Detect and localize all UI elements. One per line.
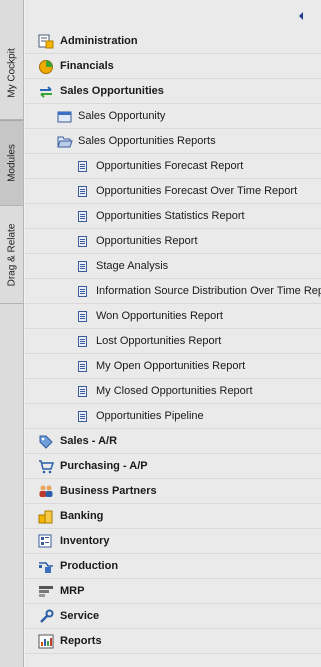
- reports-icon: [38, 634, 54, 649]
- module-reports[interactable]: Reports: [25, 629, 321, 654]
- inventory-icon: [38, 534, 52, 548]
- module-label: Business Partners: [60, 485, 157, 497]
- report-icon: [78, 286, 87, 297]
- purchasing-ap-icon: [39, 460, 54, 474]
- report-icon: [78, 211, 87, 222]
- tab-modules-label: Modules: [6, 144, 17, 182]
- module-sales-opportunities[interactable]: Sales Opportunities: [25, 79, 321, 104]
- module-inventory[interactable]: Inventory: [25, 529, 321, 554]
- business-partners-icon: [39, 485, 53, 497]
- module-administration[interactable]: Administration: [25, 29, 321, 54]
- report-item[interactable]: Information Source Distribution Over Tim…: [25, 279, 321, 304]
- module-sales-ar[interactable]: Sales - A/R: [25, 429, 321, 454]
- report-label: Information Source Distribution Over Tim…: [96, 285, 321, 297]
- module-service[interactable]: Service: [25, 604, 321, 629]
- tab-modules[interactable]: Modules: [0, 120, 23, 206]
- report-item[interactable]: My Open Opportunities Report: [25, 354, 321, 379]
- report-icon: [78, 411, 87, 422]
- report-item[interactable]: Opportunities Statistics Report: [25, 204, 321, 229]
- collapse-panel-icon[interactable]: [299, 12, 303, 20]
- form-icon: [57, 111, 72, 123]
- report-label: Opportunities Forecast Over Time Report: [96, 185, 298, 197]
- module-purchasing-ap[interactable]: Purchasing - A/P: [25, 454, 321, 479]
- module-label: Sales Opportunities: [60, 85, 164, 97]
- report-icon: [78, 236, 87, 247]
- tab-drag-relate[interactable]: Drag & Relate: [0, 206, 23, 304]
- service-icon: [40, 609, 54, 623]
- financials-icon: [39, 60, 53, 74]
- report-label: My Open Opportunities Report: [96, 360, 246, 372]
- report-label: Opportunities Report: [96, 235, 198, 247]
- module-label: Administration: [60, 35, 138, 47]
- module-business-partners[interactable]: Business Partners: [25, 479, 321, 504]
- report-label: Opportunities Pipeline: [96, 410, 204, 422]
- report-label: Won Opportunities Report: [96, 310, 223, 322]
- report-label: My Closed Opportunities Report: [96, 385, 253, 397]
- module-production[interactable]: Production: [25, 554, 321, 579]
- report-icon: [78, 261, 87, 272]
- tree-item-label: Sales Opportunities Reports: [78, 135, 216, 147]
- report-icon: [78, 361, 87, 372]
- panel-toolbar: [25, 0, 321, 29]
- mrp-icon: [39, 586, 53, 597]
- module-financials[interactable]: Financials: [25, 54, 321, 79]
- report-icon: [78, 336, 87, 347]
- administration-icon: [38, 34, 54, 49]
- tab-my-cockpit[interactable]: My Cockpit: [0, 26, 23, 120]
- module-label: Financials: [60, 60, 114, 72]
- tab-my-cockpit-label: My Cockpit: [6, 47, 17, 98]
- report-item[interactable]: Opportunities Pipeline: [25, 404, 321, 429]
- report-item[interactable]: Opportunities Forecast Report: [25, 154, 321, 179]
- open-folder-icon: [57, 136, 73, 148]
- banking-icon: [38, 510, 53, 524]
- module-label: Banking: [60, 510, 104, 522]
- modules-panel: Administration Financials Sales Opportun…: [25, 0, 321, 667]
- module-label: Production: [60, 560, 119, 572]
- sales-opportunity-form[interactable]: Sales Opportunity: [25, 104, 321, 129]
- report-label: Opportunities Statistics Report: [96, 210, 245, 222]
- report-item[interactable]: Stage Analysis: [25, 254, 321, 279]
- report-item[interactable]: Lost Opportunities Report: [25, 329, 321, 354]
- module-label: Purchasing - A/P: [60, 460, 148, 472]
- report-icon: [78, 186, 87, 197]
- report-item[interactable]: My Closed Opportunities Report: [25, 379, 321, 404]
- sales-ar-icon: [39, 435, 53, 449]
- tab-drag-relate-label: Drag & Relate: [6, 223, 17, 286]
- report-item[interactable]: Opportunities Report: [25, 229, 321, 254]
- module-label: Service: [60, 610, 100, 622]
- report-item[interactable]: Opportunities Forecast Over Time Report: [25, 179, 321, 204]
- module-label: MRP: [60, 585, 85, 597]
- tree-item-label: Sales Opportunity: [78, 110, 166, 122]
- report-label: Stage Analysis: [96, 260, 169, 272]
- report-icon: [78, 161, 87, 172]
- sales-opportunities-reports-folder[interactable]: Sales Opportunities Reports: [25, 129, 321, 154]
- module-label: Sales - A/R: [60, 435, 118, 447]
- report-icon: [78, 311, 87, 322]
- module-label: Inventory: [60, 535, 110, 547]
- sales-opportunities-icon: [40, 86, 52, 98]
- side-tab-bar: My Cockpit Modules Drag & Relate: [0, 0, 24, 667]
- report-label: Opportunities Forecast Report: [96, 160, 244, 172]
- report-icon: [78, 386, 87, 397]
- report-label: Lost Opportunities Report: [96, 335, 222, 347]
- module-label: Reports: [60, 635, 102, 647]
- report-item[interactable]: Won Opportunities Report: [25, 304, 321, 329]
- module-banking[interactable]: Banking: [25, 504, 321, 529]
- module-mrp[interactable]: MRP: [25, 579, 321, 604]
- production-icon: [39, 562, 53, 573]
